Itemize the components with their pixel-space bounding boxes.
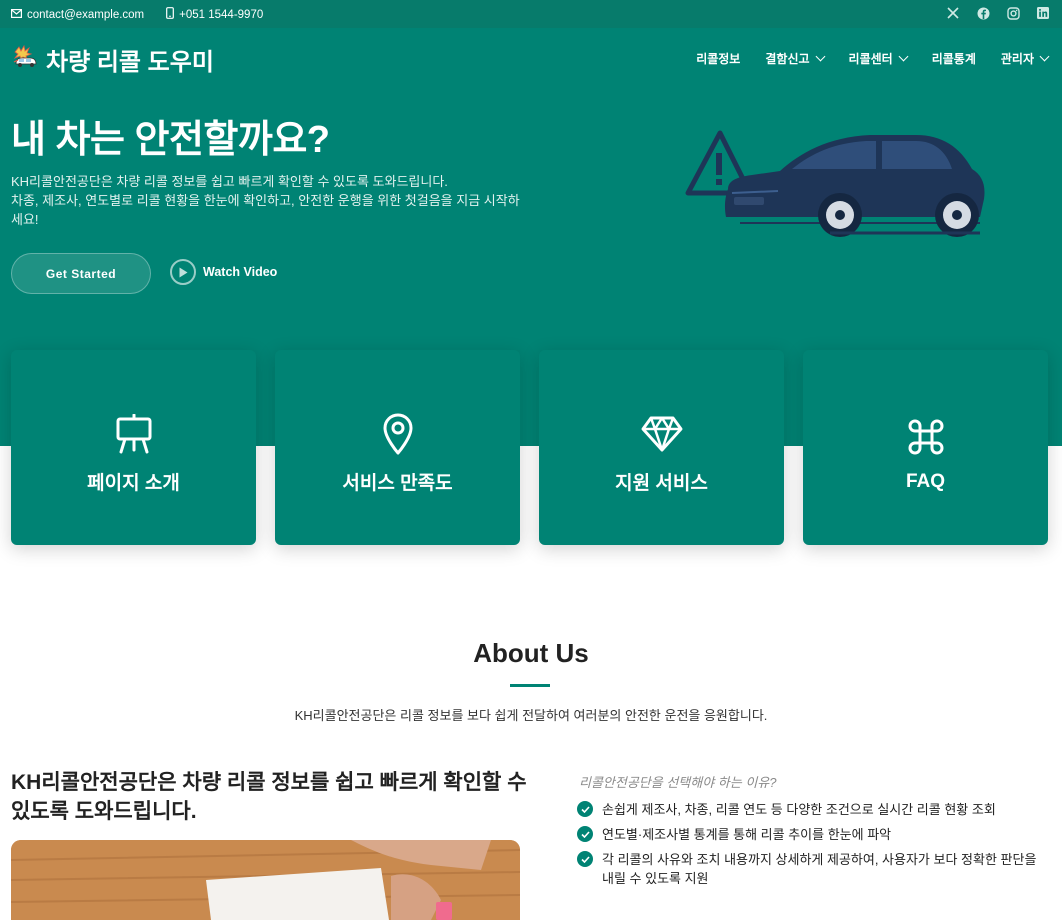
- card-label: 지원 서비스: [615, 473, 708, 494]
- email-contact[interactable]: contact@example.com: [11, 9, 144, 21]
- card-label: FAQ: [905, 470, 946, 492]
- social-links: [946, 6, 1050, 20]
- phone-icon: [166, 7, 175, 22]
- benefit-text: 각 리콜의 사유와 조치 내용까지 상세하게 제공하여, 사용자가 보다 정확한…: [602, 852, 1037, 886]
- diamond-icon: [641, 410, 683, 458]
- nav-label: 리콜통계: [931, 52, 976, 66]
- card-label: 페이지 소개: [87, 473, 180, 494]
- nav-item-recall-info[interactable]: 리콜정보: [696, 50, 740, 67]
- nav-item-defect-report[interactable]: 결함신고: [765, 50, 825, 67]
- nav-label: 리콜정보: [696, 52, 741, 66]
- facebook-icon[interactable]: [976, 6, 990, 20]
- brand-logo[interactable]: 차량 리콜 도우미: [11, 42, 214, 77]
- play-icon: [170, 259, 196, 285]
- watch-video-label: Watch Video: [203, 265, 278, 279]
- brand-name: 차량 리콜 도우미: [46, 49, 214, 76]
- get-started-button[interactable]: Get Started: [11, 253, 151, 294]
- card-support[interactable]: 지원 서비스: [539, 350, 784, 545]
- feature-cards: 페이지 소개 서비스 만족도 지원 서비스 FAQ: [11, 350, 1048, 545]
- nav-label: 관리자: [1000, 52, 1034, 66]
- command-icon: [906, 413, 946, 461]
- check-circle-icon: [577, 826, 593, 842]
- benefit-text: 연도별·제조사별 통계를 통해 리콜 추이를 한눈에 파악: [602, 827, 892, 842]
- card-label: 서비스 만족도: [342, 473, 453, 494]
- card-satisfaction[interactable]: 서비스 만족도: [275, 350, 520, 545]
- about-subtitle: KH리콜안전공단은 리콜 정보를 보다 쉽게 전달하여 여러분의 안전한 운전을…: [294, 708, 768, 723]
- chevron-down-icon: [898, 51, 909, 62]
- chevron-down-icon: [815, 51, 825, 62]
- card-page-intro[interactable]: 페이지 소개: [11, 350, 256, 545]
- nav-item-admin[interactable]: 관리자: [1000, 50, 1050, 67]
- why-choose-label: 리콜안전공단을 선택해야 하는 이유?: [579, 775, 777, 790]
- watch-video-button[interactable]: Watch Video: [170, 259, 277, 285]
- linkedin-icon[interactable]: [1036, 6, 1050, 20]
- about-photo: [11, 840, 520, 920]
- main-nav: 리콜정보 결함신고 리콜센터 리콜통계 관리자: [696, 50, 1050, 67]
- hero-desc-line1: KH리콜안전공단은 차량 리콜 정보를 쉽고 빠르게 확인할 수 있도록 도와드…: [11, 174, 448, 189]
- email-text: contact@example.com: [27, 8, 145, 21]
- title-underline: [510, 684, 550, 687]
- nav-label: 리콜센터: [848, 52, 893, 66]
- card-faq[interactable]: FAQ: [803, 350, 1048, 545]
- car-warning-illustration: [680, 123, 990, 248]
- phone-text: +051 1544-9970: [179, 8, 264, 21]
- benefit-text: 손쉽게 제조사, 차종, 리콜 연도 등 다양한 조건으로 실시간 리콜 현황 …: [602, 802, 996, 817]
- check-circle-icon: [577, 851, 593, 867]
- top-bar: contact@example.com +051 1544-9970: [0, 0, 1062, 28]
- benefits-list: 손쉽게 제조사, 차종, 리콜 연도 등 다양한 조건으로 실시간 리콜 현황 …: [577, 800, 1047, 894]
- hero-description: KH리콜안전공단은 차량 리콜 정보를 쉽고 빠르게 확인할 수 있도록 도와드…: [11, 172, 531, 229]
- list-item: 연도별·제조사별 통계를 통해 리콜 추이를 한눈에 파악: [577, 825, 1047, 844]
- about-title: About Us: [473, 638, 589, 668]
- map-pin-icon: [382, 410, 414, 458]
- nav-item-recall-stats[interactable]: 리콜통계: [932, 50, 976, 67]
- list-item: 각 리콜의 사유와 조치 내용까지 상세하게 제공하여, 사용자가 보다 정확한…: [577, 850, 1047, 888]
- hero-desc-line2: 차종, 제조사, 연도별로 리콜 현황을 한눈에 확인하고, 안전한 운행을 위…: [11, 193, 520, 227]
- nav-label: 결함신고: [765, 52, 810, 66]
- contact-info: contact@example.com +051 1544-9970: [11, 7, 263, 22]
- instagram-icon[interactable]: [1006, 6, 1020, 20]
- list-item: 손쉽게 제조사, 차종, 리콜 연도 등 다양한 조건으로 실시간 리콜 현황 …: [577, 800, 1047, 819]
- easel-icon: [115, 410, 153, 458]
- nav-item-recall-center[interactable]: 리콜센터: [848, 50, 909, 67]
- chevron-down-icon: [1039, 51, 1050, 62]
- hero-title: 내 차는 안전할까요?: [11, 119, 330, 161]
- about-headline: KH리콜안전공단은 차량 리콜 정보를 쉽고 빠르게 확인할 수 있도록 도와드…: [11, 771, 527, 823]
- x-icon[interactable]: [946, 6, 960, 20]
- check-circle-icon: [577, 801, 593, 817]
- envelope-icon: [11, 8, 23, 21]
- phone-contact[interactable]: +051 1544-9970: [166, 7, 263, 22]
- car-crash-icon: [11, 44, 39, 75]
